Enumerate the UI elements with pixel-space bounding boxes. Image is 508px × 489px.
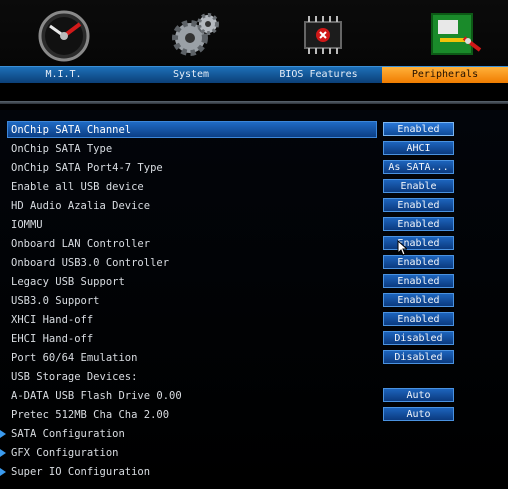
setting-label: HD Audio Azalia Device xyxy=(11,200,151,212)
submenu-gfx-configuration[interactable]: GFX Configuration xyxy=(0,444,508,463)
tab-system[interactable]: System xyxy=(127,67,255,83)
setting-row-onboard-lan[interactable]: Onboard LAN Controller Enabled xyxy=(0,235,508,254)
setting-row-onchip-sata-type[interactable]: OnChip SATA Type AHCI xyxy=(0,140,508,159)
setting-label: Onboard USB3.0 Controller xyxy=(11,257,170,269)
setting-label: OnChip SATA Channel xyxy=(11,124,132,136)
setting-value-button[interactable]: Enabled xyxy=(383,274,454,288)
setting-value-button[interactable]: Disabled xyxy=(383,331,454,345)
setting-value-button[interactable]: Enabled xyxy=(383,122,454,136)
speedometer-icon[interactable] xyxy=(34,8,94,62)
setting-row-hd-audio[interactable]: HD Audio Azalia Device Enabled xyxy=(0,197,508,216)
submenu-super-io-configuration[interactable]: Super IO Configuration xyxy=(0,463,508,482)
gear-icon[interactable] xyxy=(164,8,224,62)
setting-row-ehci-handoff[interactable]: EHCI Hand-off Disabled xyxy=(0,330,508,349)
header-divider xyxy=(0,101,508,104)
setting-label: IOMMU xyxy=(11,219,43,231)
setting-value-button[interactable]: Enabled xyxy=(383,293,454,307)
setting-row-onchip-sata-channel[interactable]: OnChip SATA Channel Enabled xyxy=(0,121,508,140)
setting-value-button[interactable]: Enable xyxy=(383,179,454,193)
setting-row-pretec[interactable]: Pretec 512MB Cha Cha 2.00 Auto xyxy=(0,406,508,425)
usb-storage-heading: USB Storage Devices: xyxy=(0,368,508,387)
tab-bar: M.I.T. System BIOS Features Peripherals xyxy=(0,66,508,83)
submenu-arrow-icon xyxy=(0,430,6,438)
setting-label: Port 60/64 Emulation xyxy=(11,352,138,364)
setting-value-button[interactable]: Enabled xyxy=(383,236,454,250)
tab-peripherals[interactable]: Peripherals xyxy=(382,67,508,83)
setting-label: XHCI Hand-off xyxy=(11,314,94,326)
submenu-arrow-icon xyxy=(0,449,6,457)
bios-header: M.I.T. System BIOS Features Peripherals xyxy=(0,0,508,83)
submenu-sata-configuration[interactable]: SATA Configuration xyxy=(0,425,508,444)
setting-row-sata-port4-7-type[interactable]: OnChip SATA Port4-7 Type As SATA... xyxy=(0,159,508,178)
tab-mit[interactable]: M.I.T. xyxy=(0,67,127,83)
submenu-label: Super IO Configuration xyxy=(11,466,151,478)
setting-value-button[interactable]: Disabled xyxy=(383,350,454,364)
submenu-label: GFX Configuration xyxy=(11,447,119,459)
section-heading: USB Storage Devices: xyxy=(11,371,138,383)
setting-value-button[interactable]: Enabled xyxy=(383,255,454,269)
mouse-pointer-icon xyxy=(397,240,407,256)
setting-row-adata-usb[interactable]: A-DATA USB Flash Drive 0.00 Auto xyxy=(0,387,508,406)
setting-value-button[interactable]: As SATA... xyxy=(383,160,454,174)
setting-row-legacy-usb[interactable]: Legacy USB Support Enabled xyxy=(0,273,508,292)
setting-label: Enable all USB device xyxy=(11,181,144,193)
setting-value-button[interactable]: Enabled xyxy=(383,217,454,231)
setting-value-button[interactable]: Enabled xyxy=(383,312,454,326)
settings-panel: OnChip SATA Channel Enabled OnChip SATA … xyxy=(0,110,508,489)
submenu-label: SATA Configuration xyxy=(11,428,125,440)
setting-label: OnChip SATA Port4-7 Type xyxy=(11,162,163,174)
tab-bios-features[interactable]: BIOS Features xyxy=(255,67,382,83)
setting-value-button[interactable]: Auto xyxy=(383,388,454,402)
setting-value-button[interactable]: Enabled xyxy=(383,198,454,212)
setting-row-iommu[interactable]: IOMMU Enabled xyxy=(0,216,508,235)
setting-value-button[interactable]: AHCI xyxy=(383,141,454,155)
setting-row-enable-all-usb[interactable]: Enable all USB device Enable xyxy=(0,178,508,197)
setting-row-usb3-support[interactable]: USB3.0 Support Enabled xyxy=(0,292,508,311)
peripheral-card-icon[interactable] xyxy=(424,8,484,62)
setting-label: Onboard LAN Controller xyxy=(11,238,151,250)
setting-row-onboard-usb3[interactable]: Onboard USB3.0 Controller Enabled xyxy=(0,254,508,273)
setting-label: Legacy USB Support xyxy=(11,276,125,288)
setting-label: USB3.0 Support xyxy=(11,295,100,307)
chip-icon[interactable] xyxy=(293,8,353,62)
setting-row-port-60-64[interactable]: Port 60/64 Emulation Disabled xyxy=(0,349,508,368)
submenu-arrow-icon xyxy=(0,468,6,476)
setting-label: EHCI Hand-off xyxy=(11,333,94,345)
setting-value-button[interactable]: Auto xyxy=(383,407,454,421)
setting-label: A-DATA USB Flash Drive 0.00 xyxy=(11,390,182,402)
setting-row-xhci-handoff[interactable]: XHCI Hand-off Enabled xyxy=(0,311,508,330)
setting-label: Pretec 512MB Cha Cha 2.00 xyxy=(11,409,170,421)
setting-label: OnChip SATA Type xyxy=(11,143,113,155)
